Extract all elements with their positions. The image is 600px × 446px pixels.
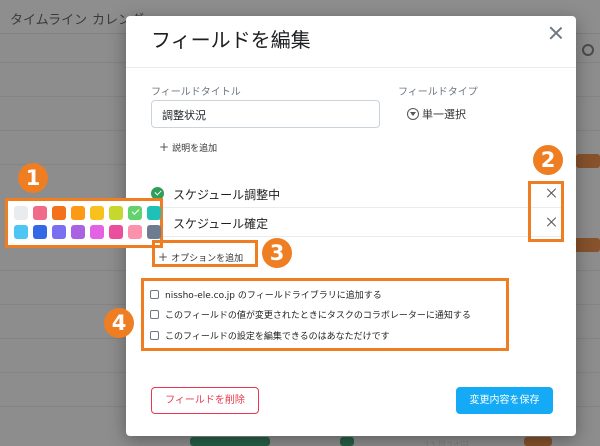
color-swatch[interactable] — [128, 225, 142, 239]
color-swatch[interactable] — [14, 206, 28, 220]
color-swatch[interactable] — [71, 206, 85, 220]
option-row[interactable]: スケジュール調整中 — [151, 180, 564, 208]
add-description-label: 説明を追加 — [172, 144, 218, 154]
annotation-number: 3 — [262, 238, 292, 268]
field-title-label: フィールドタイトル — [151, 87, 241, 98]
option-label[interactable]: スケジュール調整中 — [173, 186, 280, 203]
field-title-input[interactable]: 調整状況 — [151, 100, 380, 128]
color-swatch[interactable] — [52, 225, 66, 239]
save-changes-button[interactable]: 変更内容を保存 — [456, 387, 553, 414]
annotation-box — [152, 240, 258, 267]
field-type-label: フィールドタイプ — [398, 87, 478, 98]
header-divider — [126, 67, 576, 68]
field-type-value: 単一選択 — [422, 108, 466, 121]
color-swatch[interactable] — [14, 225, 28, 239]
color-swatch[interactable] — [147, 225, 161, 239]
add-description-button[interactable]: + 説明を追加 — [159, 140, 217, 154]
annotation-number: 1 — [18, 163, 48, 193]
color-swatch[interactable] — [90, 206, 104, 220]
option-label[interactable]: スケジュール確定 — [173, 215, 268, 232]
option-row[interactable]: スケジュール確定 — [151, 209, 564, 237]
field-type-select[interactable]: 単一選択 — [407, 106, 466, 122]
color-swatch[interactable] — [109, 225, 123, 239]
color-swatch[interactable] — [109, 206, 123, 220]
color-swatch[interactable] — [147, 206, 161, 220]
close-icon[interactable] — [548, 25, 564, 41]
color-swatch[interactable] — [33, 206, 47, 220]
delete-field-button[interactable]: フィールドを削除 — [151, 387, 259, 414]
annotation-box — [141, 278, 509, 351]
annotation-number: 2 — [533, 145, 563, 175]
edit-field-dialog: フィールドを編集 フィールドタイトル 調整状況 フィールドタイプ 単一選択 + 説… — [126, 16, 576, 436]
plus-icon: + — [159, 140, 170, 154]
color-swatch[interactable] — [90, 225, 104, 239]
annotation-box — [528, 181, 564, 242]
chevron-down-icon — [407, 108, 419, 120]
color-swatch[interactable] — [33, 225, 47, 239]
dialog-title: フィールドを編集 — [151, 28, 311, 52]
color-swatch[interactable] — [71, 225, 85, 239]
color-picker — [5, 198, 163, 248]
annotation-number: 4 — [104, 308, 134, 338]
color-swatch[interactable] — [52, 206, 66, 220]
color-swatch-selected[interactable] — [128, 206, 142, 220]
